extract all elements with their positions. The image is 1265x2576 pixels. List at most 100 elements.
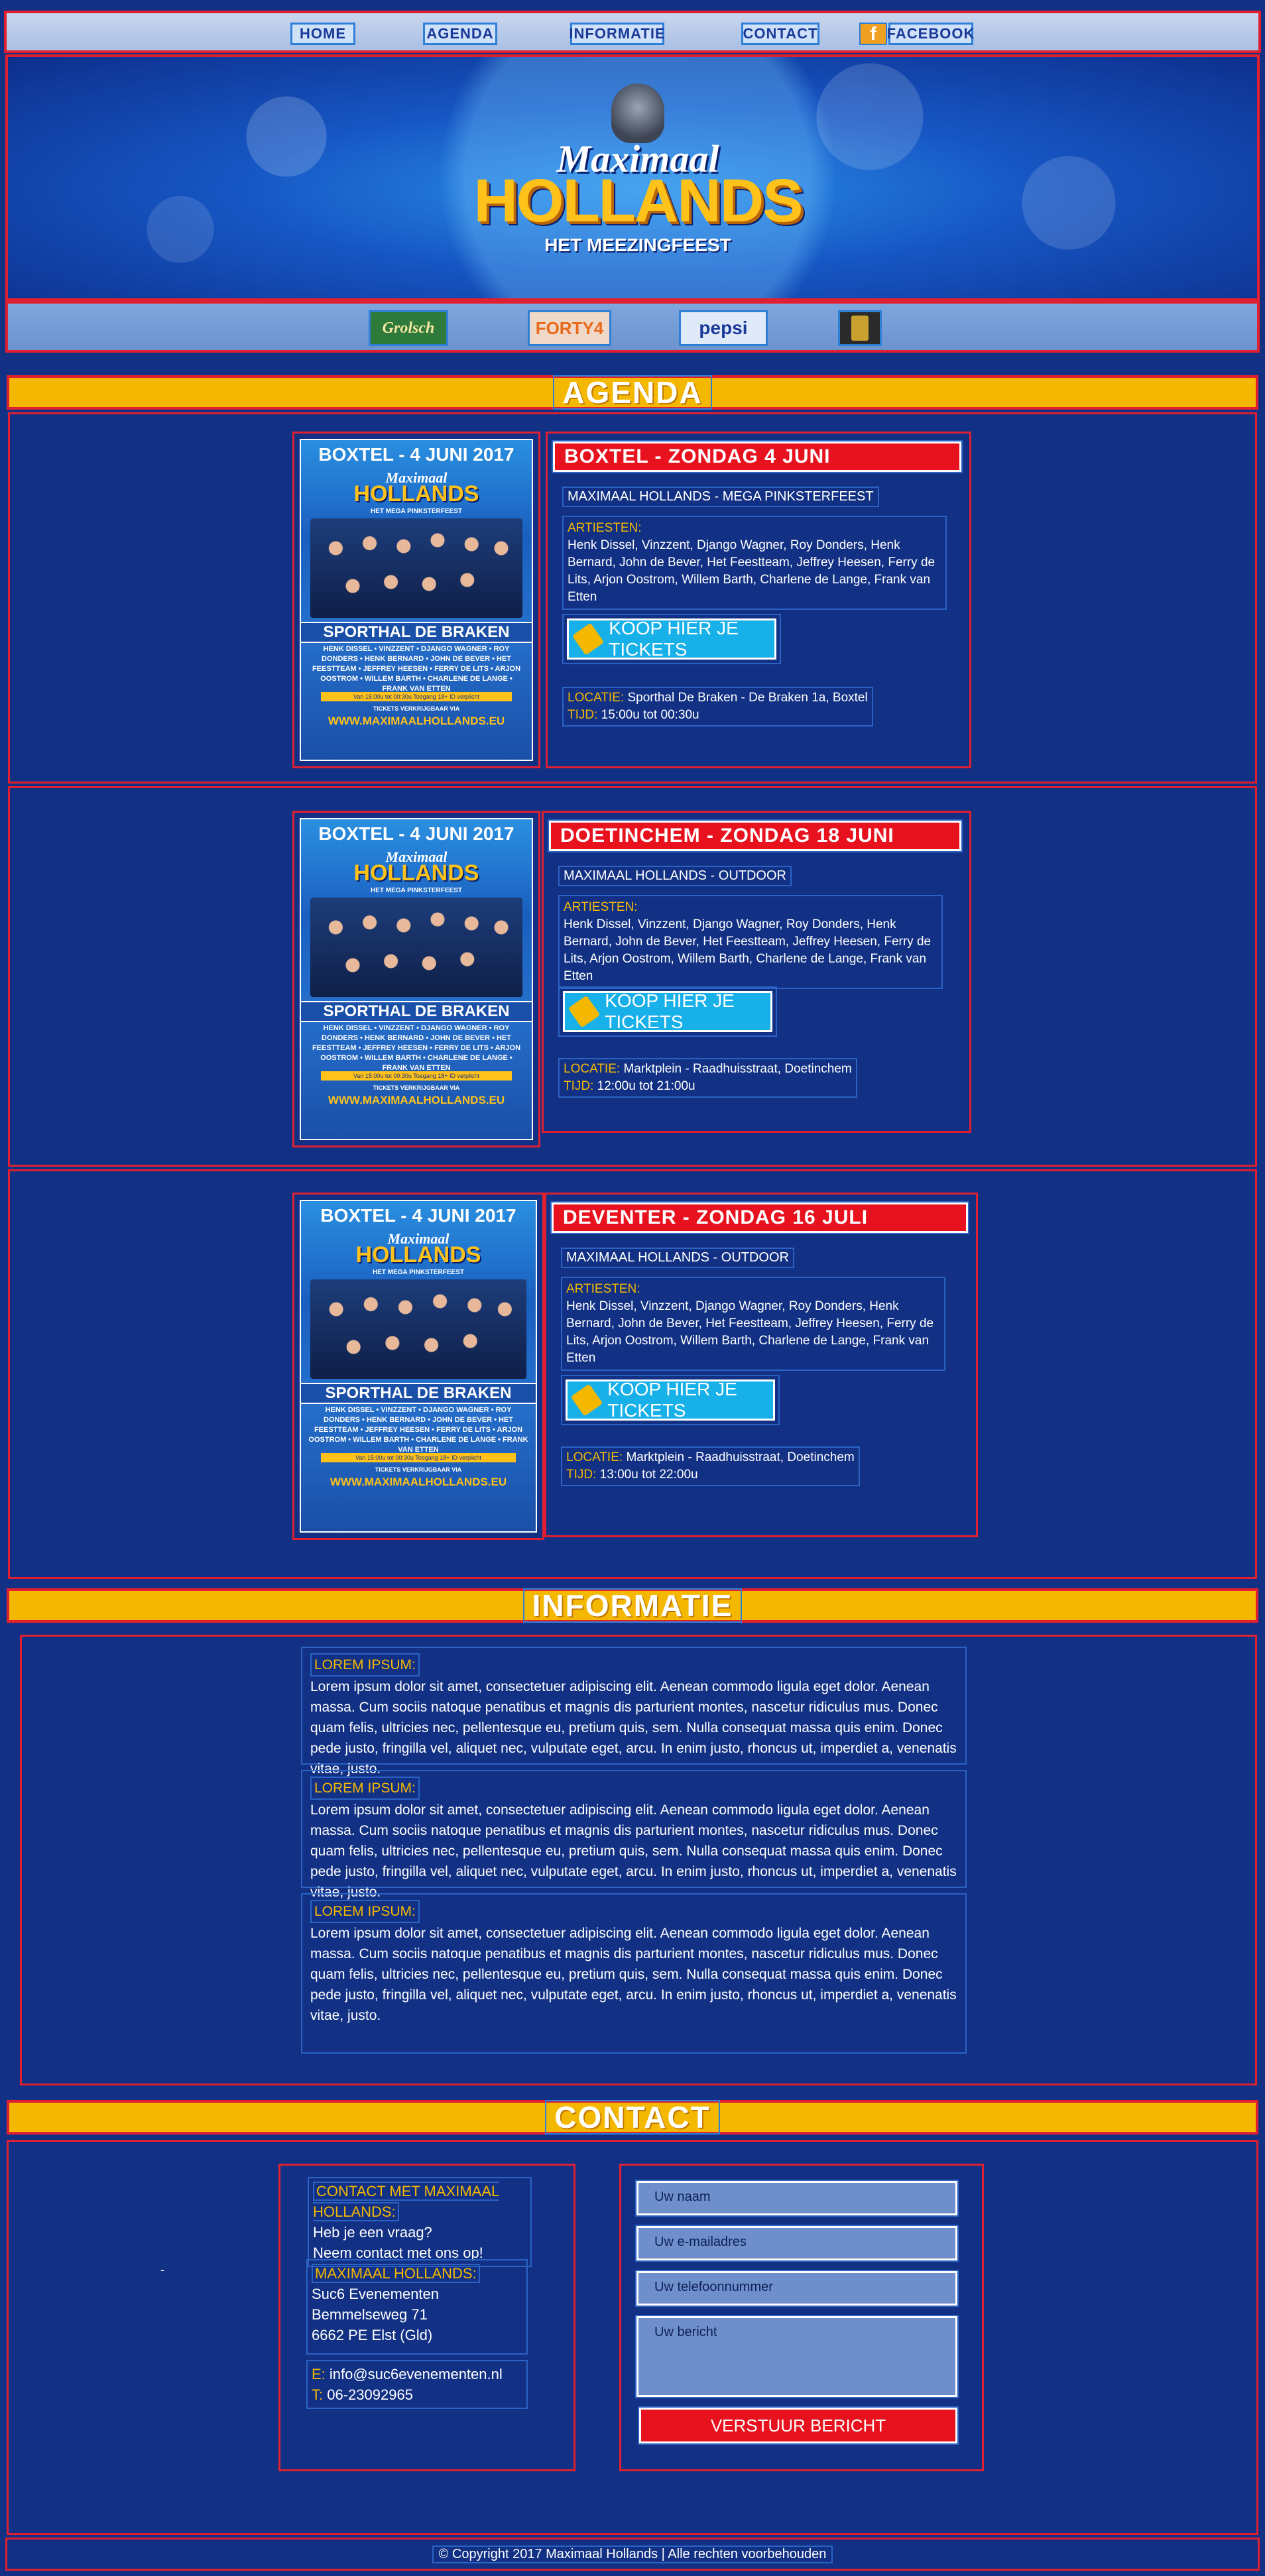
poster-logo-sub: HET MEGA PINKSTERFEEST <box>373 1269 464 1276</box>
event-artists: ARTIESTEN: Henk Dissel, Vinzzent, Django… <box>562 516 947 610</box>
event-location: LOCATIE: Sporthal De Braken - De Braken … <box>562 687 873 727</box>
contact-title: CONTACT <box>545 2100 720 2135</box>
ticket-label: KOOP HIER JE TICKETS <box>607 1379 737 1421</box>
event-details: DOETINCHEM - ZONDAG 18 JUNI MAXIMAAL HOL… <box>542 811 971 1133</box>
informatie-title: INFORMATIE <box>522 1588 743 1623</box>
poster-logo-main: HOLLANDS <box>353 481 479 506</box>
contact-header: CONTACT <box>7 2100 1258 2135</box>
event-card-deventer: BOXTEL - 4 JUNI 2017 Maximaal HOLLANDS H… <box>8 1169 1257 1579</box>
poster-logo-main: HOLLANDS <box>353 860 479 886</box>
artists-list: Henk Dissel, Vinzzent, Django Wagner, Ro… <box>564 917 932 983</box>
poster-url: WWW.MAXIMAALHOLLANDS.EU <box>328 715 505 727</box>
poster-venue: SPORTHAL DE BRAKEN <box>301 1383 536 1404</box>
phone-label: T: <box>312 2386 324 2403</box>
poster-artists-photo <box>310 518 522 618</box>
ticket-label: KOOP HIER JE TICKETS <box>605 990 735 1032</box>
poster-artists-photo <box>310 898 522 997</box>
top-navigation: HOME AGENDA INFORMATIE CONTACT f FACEBOO… <box>4 11 1261 53</box>
phone-link[interactable]: 06-23092965 <box>327 2386 413 2403</box>
poster-info-bar: Van 15:00u tot 00:30u Toegang 18+ ID ver… <box>321 692 512 701</box>
informatie-header: INFORMATIE <box>7 1588 1258 1623</box>
email-label: E: <box>312 2366 326 2382</box>
info-item: LOREM IPSUM: Lorem ipsum dolor sit amet,… <box>301 1770 967 1900</box>
event-details: DEVENTER - ZONDAG 16 JULI MAXIMAAL HOLLA… <box>544 1193 978 1537</box>
time-label: TIJD: <box>566 1468 597 1482</box>
location-value: Marktplein - Raadhuisstraat, Doetinchem <box>626 1450 855 1464</box>
sponsor-bar: Grolsch FORTY4 pepsi <box>5 301 1260 353</box>
time-value: 15:00u tot 00:30u <box>601 708 699 722</box>
microphone-icon <box>611 84 664 143</box>
phone-input[interactable]: Uw telefoonnummer <box>635 2270 959 2307</box>
contact-intro-line1: Heb je een vraag? <box>313 2224 432 2241</box>
nav-home[interactable]: HOME <box>290 23 355 45</box>
poster-url: WWW.MAXIMAALHOLLANDS.EU <box>330 1476 507 1488</box>
poster-venue: SPORTHAL DE BRAKEN <box>301 1001 532 1022</box>
event-title: DEVENTER - ZONDAG 16 JULI <box>550 1201 969 1234</box>
poster-venue: SPORTHAL DE BRAKEN <box>301 622 532 643</box>
sponsor-grolsch[interactable]: Grolsch <box>369 310 448 346</box>
info-text: Lorem ipsum dolor sit amet, consectetuer… <box>310 1679 957 1777</box>
nav-agenda[interactable]: AGENDA <box>423 23 497 45</box>
poster-info-bar: Van 15:00u tot 00:30u Toegang 18+ ID ver… <box>321 1071 512 1081</box>
time-value: 12:00u tot 21:00u <box>597 1079 695 1093</box>
time-value: 13:00u tot 22:00u <box>599 1468 698 1482</box>
event-card-doetinchem: BOXTEL - 4 JUNI 2017 Maximaal HOLLANDS H… <box>8 786 1257 1167</box>
contact-details: E: info@suc6evenementen.nl T: 06-2309296… <box>306 2360 528 2409</box>
email-link[interactable]: info@suc6evenementen.nl <box>330 2366 503 2382</box>
location-value: Marktplein - Raadhuisstraat, Doetinchem <box>623 1062 852 1076</box>
event-poster: BOXTEL - 4 JUNI 2017 Maximaal HOLLANDS H… <box>292 811 540 1147</box>
location-label: LOCATIE: <box>566 1450 623 1464</box>
address-line2: Bemmelseweg 71 <box>312 2306 428 2323</box>
logo-subtitle: HET MEEZINGFEEST <box>544 235 731 255</box>
nav-informatie[interactable]: INFORMATIE <box>569 23 665 45</box>
artists-label: ARTIESTEN: <box>564 900 638 914</box>
event-title: DOETINCHEM - ZONDAG 18 JUNI <box>548 819 963 852</box>
poster-logo-sub: HET MEGA PINKSTERFEEST <box>371 508 462 515</box>
buy-tickets-button[interactable]: KOOP HIER JE TICKETS <box>558 986 777 1037</box>
nav-facebook[interactable]: FACEBOOK <box>887 23 974 45</box>
name-input[interactable]: Uw naam <box>635 2180 959 2217</box>
address-line3: 6662 PE Elst (Gld) <box>312 2327 433 2343</box>
event-title: BOXTEL - ZONDAG 4 JUNI <box>552 440 963 473</box>
sponsor-badge-icon[interactable] <box>838 310 882 346</box>
artists-label: ARTIESTEN: <box>566 1282 640 1296</box>
facebook-icon[interactable]: f <box>859 23 887 45</box>
event-poster: BOXTEL - 4 JUNI 2017 Maximaal HOLLANDS H… <box>292 1193 544 1540</box>
info-label: LOREM IPSUM: <box>310 1653 420 1676</box>
contact-address: MAXIMAAL HOLLANDS: Suc6 Evenementen Bemm… <box>306 2259 528 2355</box>
event-subtitle: MAXIMAAL HOLLANDS - MEGA PINKSTERFEEST <box>562 487 879 507</box>
hero-banner: Maximaal HOLLANDS HET MEEZINGFEEST <box>5 54 1260 301</box>
artists-list: Henk Dissel, Vinzzent, Django Wagner, Ro… <box>566 1299 934 1365</box>
agenda-header: AGENDA <box>7 375 1258 410</box>
info-text: Lorem ipsum dolor sit amet, consectetuer… <box>310 1926 957 2023</box>
event-subtitle: MAXIMAAL HOLLANDS - OUTDOOR <box>558 866 792 886</box>
sponsor-forty4[interactable]: FORTY4 <box>528 310 611 346</box>
poster-date: BOXTEL - 4 JUNI 2017 <box>318 823 514 844</box>
message-textarea[interactable]: Uw bericht <box>635 2315 959 2398</box>
ticket-icon <box>568 995 601 1028</box>
stray-dash: - <box>160 2263 164 2276</box>
agenda-title: AGENDA <box>553 375 712 410</box>
info-text: Lorem ipsum dolor sit amet, consectetuer… <box>310 1802 957 1900</box>
nav-contact[interactable]: CONTACT <box>741 23 819 45</box>
sponsor-pepsi[interactable]: pepsi <box>679 310 768 346</box>
poster-names: HENK DISSEL • VINZZENT • DJANGO WAGNER •… <box>308 1406 528 1454</box>
poster-logo-main: HOLLANDS <box>355 1242 481 1267</box>
submit-button[interactable]: VERSTUUR BERICHT <box>638 2406 959 2445</box>
poster-url: WWW.MAXIMAALHOLLANDS.EU <box>328 1094 505 1106</box>
email-input[interactable]: Uw e-mailadres <box>635 2225 959 2262</box>
footer: © Copyright 2017 Maximaal Hollands | All… <box>5 2538 1260 2571</box>
event-subtitle: MAXIMAAL HOLLANDS - OUTDOOR <box>561 1248 794 1268</box>
address-line1: Suc6 Evenementen <box>312 2286 440 2302</box>
event-poster: BOXTEL - 4 JUNI 2017 Maximaal HOLLANDS H… <box>292 432 540 768</box>
artists-label: ARTIESTEN: <box>568 521 642 535</box>
info-label: LOREM IPSUM: <box>310 1777 420 1800</box>
buy-tickets-button[interactable]: KOOP HIER JE TICKETS <box>562 614 781 664</box>
ticket-icon <box>570 1383 603 1417</box>
ticket-icon <box>572 622 605 656</box>
event-artists: ARTIESTEN: Henk Dissel, Vinzzent, Django… <box>561 1277 945 1371</box>
event-location: LOCATIE: Marktplein - Raadhuisstraat, Do… <box>561 1446 860 1486</box>
event-location: LOCATIE: Marktplein - Raadhuisstraat, Do… <box>558 1058 857 1098</box>
buy-tickets-button[interactable]: KOOP HIER JE TICKETS <box>561 1375 780 1425</box>
time-label: TIJD: <box>568 708 598 722</box>
